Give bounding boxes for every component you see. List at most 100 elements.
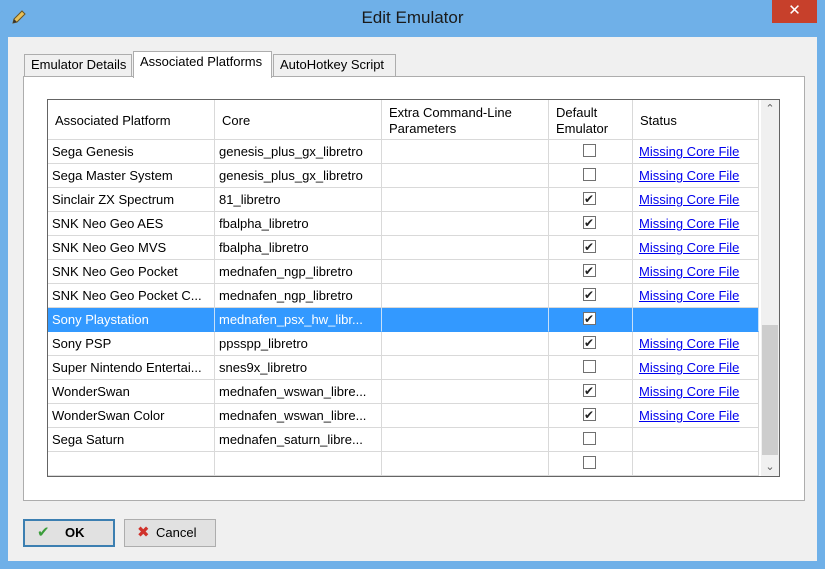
tab-emulator-details[interactable]: Emulator Details (24, 54, 132, 76)
column-header-platform[interactable]: Associated Platform (48, 100, 215, 140)
cell-core[interactable]: genesis_plus_gx_libretro (215, 164, 382, 188)
cell-params[interactable] (382, 284, 549, 308)
column-header-params[interactable]: Extra Command-Line Parameters (382, 100, 549, 140)
missing-core-file-link[interactable]: Missing Core File (637, 144, 739, 159)
table-row[interactable]: SNK Neo Geo MVSfbalpha_libretro Missing C… (48, 236, 759, 260)
column-header-status[interactable]: Status (633, 100, 759, 140)
missing-core-file-link[interactable]: Missing Core File (637, 336, 739, 351)
cell-core[interactable]: snes9x_libretro (215, 356, 382, 380)
table-row[interactable]: Sega Master System genesis_plus_gx_libret… (48, 164, 759, 188)
table-row[interactable]: Sega Genesis genesis_plus_gx_libretro Miss… (48, 140, 759, 164)
missing-core-file-link[interactable]: Missing Core File (637, 192, 739, 207)
scroll-thumb[interactable] (762, 325, 778, 455)
missing-core-file-link[interactable]: Missing Core File (637, 264, 739, 279)
cell-params[interactable] (382, 188, 549, 212)
cell-core[interactable]: fbalpha_libretro (215, 236, 382, 260)
missing-core-file-link[interactable]: Missing Core File (637, 360, 739, 375)
table-row[interactable]: WonderSwan Colormednafen_wswan_libre... M… (48, 404, 759, 428)
ok-button[interactable]: ✔ OK (23, 519, 115, 547)
cell-params[interactable] (382, 380, 549, 404)
cell-core[interactable]: mednafen_wswan_libre... (215, 380, 382, 404)
default-emulator-checkbox[interactable] (583, 432, 596, 445)
cell-platform[interactable]: SNK Neo Geo Pocket C... (48, 284, 215, 308)
default-emulator-checkbox[interactable] (583, 308, 596, 331)
cell-core[interactable]: 81_libretro (215, 188, 382, 212)
cell-params[interactable] (382, 428, 549, 452)
cell-platform[interactable]: Sega Saturn (48, 428, 215, 452)
default-emulator-checkbox[interactable] (583, 456, 596, 469)
cancel-button[interactable]: ✖ Cancel (124, 519, 216, 547)
cell-platform[interactable]: SNK Neo Geo MVS (48, 236, 215, 260)
cell-default (549, 236, 633, 260)
vertical-scrollbar[interactable]: ⌃ ⌄ (761, 100, 779, 476)
default-emulator-checkbox[interactable] (583, 332, 596, 355)
tab-associated-platforms[interactable]: Associated Platforms (133, 51, 272, 78)
cell-platform[interactable]: Sinclair ZX Spectrum (48, 188, 215, 212)
cell-params[interactable] (382, 164, 549, 188)
table-row[interactable]: Sony PSPppsspp_libretro Missing Core File (48, 332, 759, 356)
missing-core-file-link[interactable]: Missing Core File (637, 384, 739, 399)
cell-platform[interactable]: Super Nintendo Entertai... (48, 356, 215, 380)
default-emulator-checkbox[interactable] (583, 188, 596, 211)
cell-platform[interactable]: Sony Playstation (48, 308, 215, 332)
cell-params[interactable] (382, 308, 549, 332)
missing-core-file-link[interactable]: Missing Core File (637, 408, 739, 423)
default-emulator-checkbox[interactable] (583, 260, 596, 283)
cell-platform[interactable]: WonderSwan Color (48, 404, 215, 428)
cell-core[interactable]: mednafen_saturn_libre... (215, 428, 382, 452)
close-button[interactable]: ✕ (772, 0, 817, 23)
table-row[interactable]: SNK Neo Geo Pocket C... mednafen_ngp_libr… (48, 284, 759, 308)
table-row[interactable]: WonderSwanmednafen_wswan_libre... Missing… (48, 380, 759, 404)
table-row[interactable]: SNK Neo Geo Pocketmednafen_ngp_libretro M… (48, 260, 759, 284)
cell-platform[interactable]: Sony PSP (48, 332, 215, 356)
cell-core[interactable]: ppsspp_libretro (215, 332, 382, 356)
cell-params[interactable] (382, 236, 549, 260)
cell-core[interactable]: mednafen_psx_hw_libr... (215, 308, 382, 332)
default-emulator-checkbox[interactable] (583, 380, 596, 403)
missing-core-file-link[interactable]: Missing Core File (637, 288, 739, 303)
missing-core-file-link[interactable]: Missing Core File (637, 216, 739, 231)
column-header-default[interactable]: Default Emulator (549, 100, 633, 140)
table-row[interactable]: Sony Playstation mednafen_psx_hw_libr... (48, 308, 759, 332)
default-emulator-checkbox[interactable] (583, 404, 596, 427)
table-row[interactable]: Sinclair ZX Spectrum81_libretro Missing C… (48, 188, 759, 212)
cell-platform[interactable]: WonderSwan (48, 380, 215, 404)
cell-platform[interactable]: Sega Master System (48, 164, 215, 188)
cell-params[interactable] (382, 452, 549, 476)
cell-platform[interactable] (48, 452, 215, 476)
cell-status: Missing Core File (633, 260, 759, 284)
scroll-up-icon[interactable]: ⌃ (761, 100, 779, 118)
cell-core[interactable]: mednafen_wswan_libre... (215, 404, 382, 428)
missing-core-file-link[interactable]: Missing Core File (637, 240, 739, 255)
column-header-core[interactable]: Core (215, 100, 382, 140)
table-row[interactable]: Super Nintendo Entertai... snes9x_libretr… (48, 356, 759, 380)
cell-core[interactable]: fbalpha_libretro (215, 212, 382, 236)
default-emulator-checkbox[interactable] (583, 360, 596, 373)
cell-core[interactable]: genesis_plus_gx_libretro (215, 140, 382, 164)
default-emulator-checkbox[interactable] (583, 144, 596, 157)
default-emulator-checkbox[interactable] (583, 284, 596, 307)
cell-params[interactable] (382, 212, 549, 236)
default-emulator-checkbox[interactable] (583, 236, 596, 259)
cell-core[interactable]: mednafen_ngp_libretro (215, 260, 382, 284)
scroll-down-icon[interactable]: ⌄ (761, 458, 779, 476)
table-row[interactable]: Sega Saturn mednafen_saturn_libre... (48, 428, 759, 452)
cell-params[interactable] (382, 332, 549, 356)
default-emulator-checkbox[interactable] (583, 168, 596, 181)
cell-core[interactable]: mednafen_ngp_libretro (215, 284, 382, 308)
cell-params[interactable] (382, 140, 549, 164)
cell-platform[interactable]: SNK Neo Geo Pocket (48, 260, 215, 284)
default-emulator-checkbox[interactable] (583, 212, 596, 235)
cell-status: Missing Core File (633, 284, 759, 308)
cell-params[interactable] (382, 404, 549, 428)
tab-autohotkey-script[interactable]: AutoHotkey Script (273, 54, 396, 76)
cell-default (549, 284, 633, 308)
cell-params[interactable] (382, 356, 549, 380)
table-row[interactable] (48, 452, 759, 476)
cell-platform[interactable]: SNK Neo Geo AES (48, 212, 215, 236)
missing-core-file-link[interactable]: Missing Core File (637, 168, 739, 183)
cell-platform[interactable]: Sega Genesis (48, 140, 215, 164)
table-row[interactable]: SNK Neo Geo AESfbalpha_libretro Missing C… (48, 212, 759, 236)
cell-core[interactable] (215, 452, 382, 476)
cell-params[interactable] (382, 260, 549, 284)
